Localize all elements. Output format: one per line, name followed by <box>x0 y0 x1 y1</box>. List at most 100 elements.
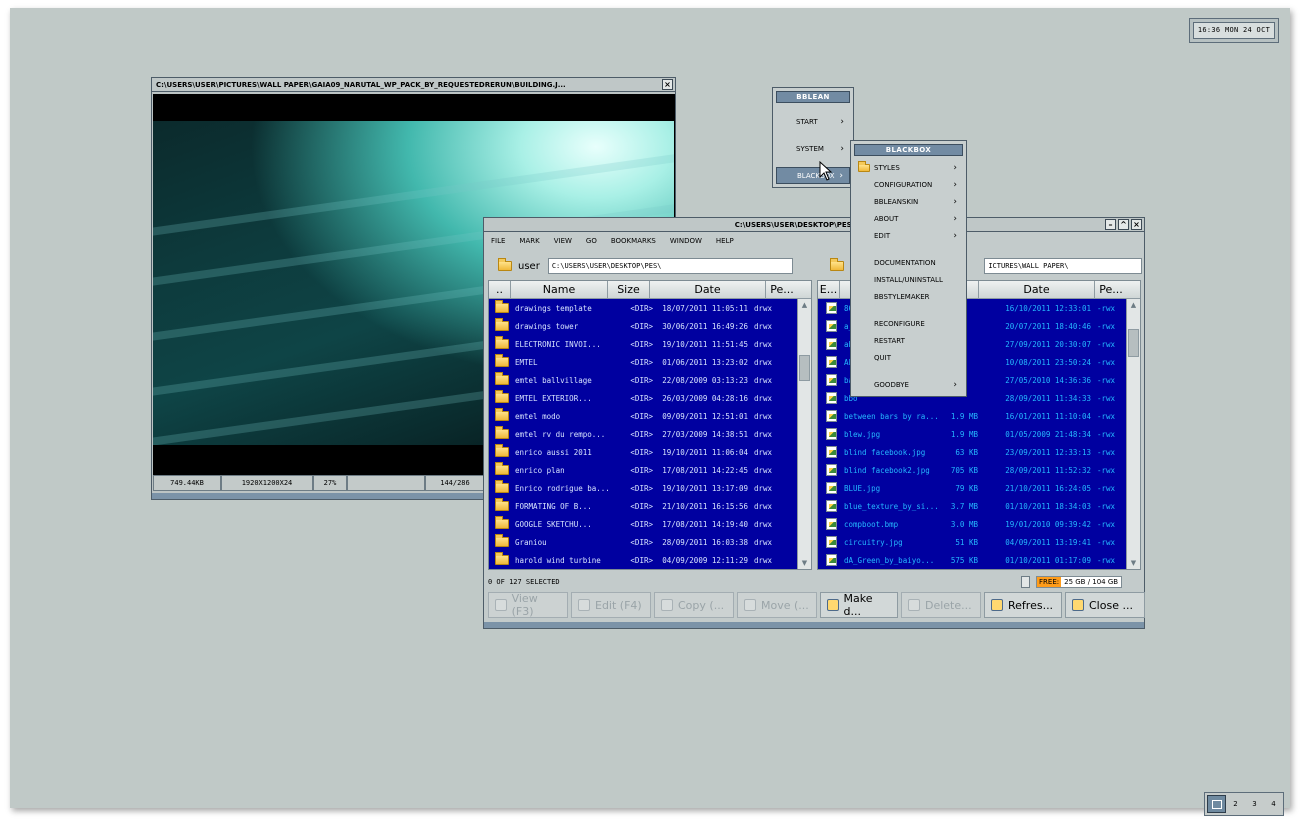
file-row[interactable]: emtel modo <DIR> 09/09/2011 12:51:01 drwx <box>489 407 798 425</box>
menu-item-goodbye[interactable]: GOODBYE › <box>854 376 963 393</box>
file-row[interactable]: compboot.bmp 3.0 MB 19/01/2010 09:39:42 -rw… <box>818 515 1127 533</box>
menu-item-styles[interactable]: STYLES › <box>854 159 963 176</box>
menu-item-documentation[interactable]: DOCUMENTATION <box>854 254 963 271</box>
file-row[interactable]: ELECTRONIC INVOI... <DIR> 19/10/2011 11:51… <box>489 335 798 353</box>
file-row[interactable]: emtel ballvillage <DIR> 22/08/2009 03:13:2… <box>489 371 798 389</box>
menu-item-start[interactable]: START › <box>776 113 850 130</box>
menu-item-bbleanskin[interactable]: BBLEANSKIN › <box>854 193 963 210</box>
file-row[interactable]: blew.jpg 1.9 MB 01/05/2009 21:48:34 -rwx <box>818 425 1127 443</box>
menu-view[interactable]: VIEW <box>554 237 572 245</box>
file-perm: -rwx <box>1097 375 1116 385</box>
left-file-list[interactable]: drawings template <DIR> 18/07/2011 11:05:1… <box>489 299 798 569</box>
toolbar-button[interactable]: Delete... <box>901 592 981 618</box>
file-row[interactable]: GOOGLE SKETCHU... <DIR> 17/08/2011 14:19:4… <box>489 515 798 533</box>
file-perm: -rwx <box>1097 555 1116 565</box>
menu-go[interactable]: GO <box>586 237 597 245</box>
chevron-right-icon: › <box>953 196 957 207</box>
viewer-close-button[interactable]: × <box>662 79 673 90</box>
menu-item-reconfigure[interactable]: RECONFIGURE <box>854 315 963 332</box>
file-row[interactable]: FORMATING OF B... <DIR> 21/10/2011 16:15:5… <box>489 497 798 515</box>
menu-file[interactable]: FILE <box>491 237 505 245</box>
file-row[interactable]: enrico plan <DIR> 17/08/2011 14:22:45 drwx <box>489 461 798 479</box>
menu-item-blackbox[interactable]: BLACKBOX › <box>776 167 850 184</box>
file-row[interactable]: EMTEL EXTERIOR... <DIR> 26/03/2009 04:28:1… <box>489 389 798 407</box>
file-perm: -rwx <box>1097 519 1116 529</box>
toolbar-button[interactable]: Refres... <box>984 592 1062 618</box>
folder-icon <box>495 300 509 313</box>
file-name: emtel ballvillage <box>515 375 592 385</box>
menu-item-quit[interactable]: QUIT <box>854 349 963 366</box>
file-row[interactable]: between bars by ra... 1.9 MB 16/01/2011 11… <box>818 407 1127 425</box>
trash-icon[interactable] <box>1021 576 1030 588</box>
workspace-3[interactable]: 3 <box>1245 795 1264 813</box>
file-date: 19/10/2011 13:17:09 <box>662 483 748 493</box>
toolbar-button[interactable]: Copy (... <box>654 592 734 618</box>
file-perm: -rwx <box>1097 447 1116 457</box>
toolbar-button[interactable]: Edit (F4) <box>571 592 651 618</box>
chevron-right-icon: › <box>840 116 844 127</box>
fm-close-button[interactable]: × <box>1131 219 1142 230</box>
file-manager-window[interactable]: C:\USERS\USER\DESKTOP\PES\ – ^ × FILE MA… <box>483 217 1145 629</box>
viewer-titlebar[interactable]: C:\USERS\USER\PICTURES\WALL PAPER\GAIA09… <box>152 78 675 92</box>
file-row[interactable]: Enrico rodrigue ba... <DIR> 19/10/2011 13:… <box>489 479 798 497</box>
col-date[interactable]: Date <box>650 281 766 298</box>
col-perm[interactable]: Pe... <box>1095 281 1127 298</box>
left-file-panel[interactable]: .. Name Size Date Pe... drawings templat… <box>488 280 812 570</box>
file-row[interactable]: drawings tower <DIR> 30/06/2011 16:49:26 dr… <box>489 317 798 335</box>
menu-item-install-uninstall[interactable]: INSTALL/UNINSTALL <box>854 271 963 288</box>
fm-minimize-button[interactable]: – <box>1105 219 1116 230</box>
toolbar-button[interactable]: Make d... <box>820 592 898 618</box>
toolbar-button[interactable]: View (F3) <box>488 592 568 618</box>
toolbar-button[interactable]: Close ... <box>1065 592 1145 618</box>
workspace-4[interactable]: 4 <box>1264 795 1283 813</box>
toolbar-button[interactable]: Move (... <box>737 592 817 618</box>
file-row[interactable]: blue_texture_by_si... 3.7 MB 01/10/2011 18… <box>818 497 1127 515</box>
col-ext[interactable]: E... <box>818 281 840 298</box>
menu-item-bbstylemaker[interactable]: BBSTYLEMAKER <box>854 288 963 305</box>
col-size[interactable]: Size <box>608 281 650 298</box>
file-row[interactable]: harold wind turbine <DIR> 04/09/2009 12:11… <box>489 551 798 569</box>
file-row[interactable]: dA_Green_by_baiyo... 575 KB 01/10/2011 01:… <box>818 551 1127 569</box>
desktop[interactable]: 16:36 MON 24 OCT C:\USERS\USER\PICTURES\… <box>10 8 1290 816</box>
workspace-2[interactable]: 2 <box>1226 795 1245 813</box>
file-size: 79 KB <box>955 483 978 493</box>
left-path-input[interactable]: C:\USERS\USER\DESKTOP\PES\ <box>547 258 793 274</box>
menu-item-system[interactable]: SYSTEM › <box>776 140 850 157</box>
left-scrollbar[interactable]: ▲ ▼ <box>797 299 811 569</box>
toolbar-button-label: Delete... <box>925 598 972 612</box>
file-row[interactable]: BLUE.jpg 79 KB 21/10/2011 16:24:05 -rwx <box>818 479 1127 497</box>
workspace-1[interactable] <box>1207 795 1226 813</box>
file-row[interactable]: drawings template <DIR> 18/07/2011 11:05:1… <box>489 299 798 317</box>
menu-item-restart[interactable]: RESTART <box>854 332 963 349</box>
magnifier-icon <box>495 599 507 611</box>
file-row[interactable]: Graniou <DIR> 28/09/2011 16:03:38 drwx <box>489 533 798 551</box>
col-name[interactable]: Name <box>511 281 608 298</box>
menu-item-edit[interactable]: EDIT › <box>854 227 963 244</box>
menu-item-about[interactable]: ABOUT › <box>854 210 963 227</box>
menu-window[interactable]: WINDOW <box>670 237 702 245</box>
right-path-input[interactable]: ICTURES\WALL PAPER\ <box>984 258 1142 274</box>
file-row[interactable]: blind facebook.jpg 63 KB 23/09/2011 12:33:… <box>818 443 1127 461</box>
menu-bookmarks[interactable]: BOOKMARKS <box>611 237 656 245</box>
fm-titlebar[interactable]: C:\USERS\USER\DESKTOP\PES\ – ^ × <box>484 218 1144 232</box>
file-row[interactable]: emtel rv du rempo... <DIR> 27/03/2009 14:3… <box>489 425 798 443</box>
file-date: 18/07/2011 11:05:11 <box>662 303 748 313</box>
file-row[interactable]: EMTEL <DIR> 01/06/2011 13:23:02 drwx <box>489 353 798 371</box>
menu-help[interactable]: HELP <box>716 237 734 245</box>
left-folder-button[interactable]: user <box>490 256 548 276</box>
file-row[interactable]: circuitry.jpg 51 KB 04/09/2011 13:19:41 -rw… <box>818 533 1127 551</box>
file-date: 28/09/2011 16:03:38 <box>662 537 748 547</box>
col-date[interactable]: Date <box>979 281 1095 298</box>
menu-mark[interactable]: MARK <box>519 237 539 245</box>
menu-item-configuration[interactable]: CONFIGURATION › <box>854 176 963 193</box>
fm-maximize-button[interactable]: ^ <box>1118 219 1129 230</box>
file-date: 16/01/2011 11:10:04 <box>1005 411 1091 421</box>
file-date: 01/06/2011 13:23:02 <box>662 357 748 367</box>
right-scrollbar[interactable]: ▲ ▼ <box>1126 299 1140 569</box>
col-up[interactable]: .. <box>489 281 511 298</box>
file-date: 01/10/2011 01:17:09 <box>1005 555 1091 565</box>
file-row[interactable]: blind facebook2.jpg 705 KB 28/09/2011 11:5… <box>818 461 1127 479</box>
fm-resize-bar[interactable] <box>484 622 1144 628</box>
file-row[interactable]: enrico aussi 2011 <DIR> 19/10/2011 11:06:0… <box>489 443 798 461</box>
col-perm[interactable]: Pe... <box>766 281 798 298</box>
